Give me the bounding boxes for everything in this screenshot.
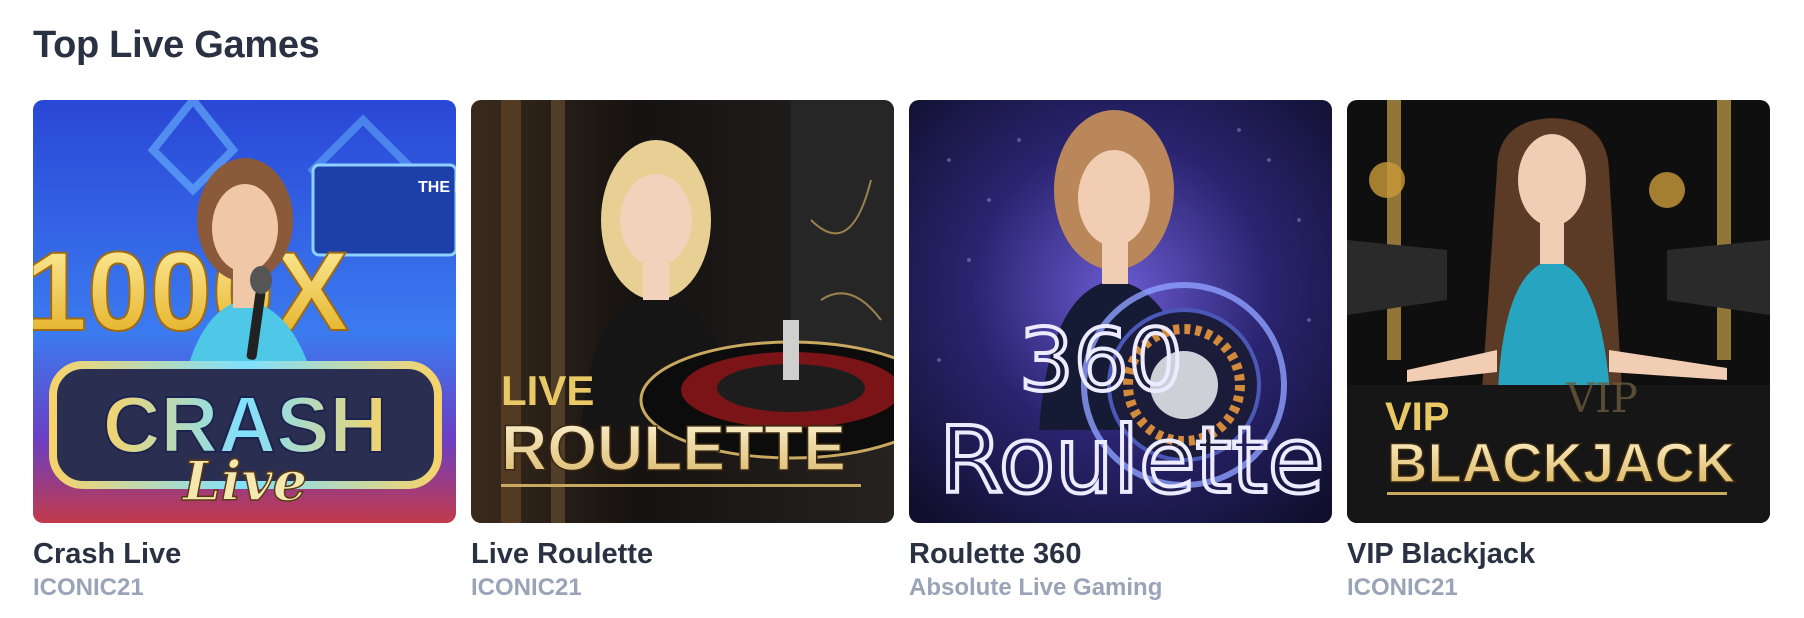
top-live-games-section: Top Live Games THE 1000X CRASH Live Cras… [0, 0, 1804, 618]
live-label: LIVE [501, 367, 594, 414]
game-provider: ICONIC21 [471, 574, 582, 601]
roulette-title: ROULETTE [501, 412, 846, 484]
game-thumbnail[interactable]: VIP VIP BLACKJACK [1347, 100, 1770, 523]
blackjack-title: BLACKJACK [1387, 431, 1735, 494]
games-grid: THE E 1000X CRASH Live [33, 100, 1773, 610]
game-name[interactable]: VIP Blackjack [1347, 538, 1535, 571]
game-card-vip-blackjack[interactable]: VIP VIP BLACKJACK VIP Blackjack ICONIC21 [1347, 100, 1770, 601]
table-vip-text: VIP [1565, 376, 1638, 422]
section-title: Top Live Games [33, 24, 320, 66]
game-name[interactable]: Crash Live [33, 538, 181, 571]
game-thumbnail[interactable]: THE E 1000X CRASH Live [33, 100, 456, 523]
game-name[interactable]: Live Roulette [471, 538, 653, 571]
r360-number: 360 [1019, 311, 1183, 411]
vip-blackjack-artwork: VIP VIP BLACKJACK [1347, 100, 1770, 523]
game-provider: ICONIC21 [33, 574, 144, 601]
multiplier-text: 1000X [33, 229, 349, 354]
badge-text: THE E [418, 179, 456, 196]
crash-live-artwork: THE E 1000X CRASH Live [33, 100, 456, 523]
game-card-live-roulette[interactable]: LIVE ROULETTE Live Roulette ICONIC21 [471, 100, 894, 601]
game-provider: ICONIC21 [1347, 574, 1458, 601]
game-card-crash-live[interactable]: THE E 1000X CRASH Live [33, 100, 456, 601]
game-name[interactable]: Roulette 360 [909, 538, 1081, 571]
live-roulette-artwork: LIVE ROULETTE [471, 100, 894, 523]
game-thumbnail[interactable]: LIVE ROULETTE [471, 100, 894, 523]
crash-script: Live [181, 449, 307, 513]
roulette-360-artwork: 360 Roulette [909, 100, 1332, 523]
game-provider: Absolute Live Gaming [909, 574, 1163, 601]
r360-title: Roulette [939, 407, 1324, 514]
game-card-roulette-360[interactable]: 360 Roulette Roulette 360 Absolute Live … [909, 100, 1332, 601]
game-thumbnail[interactable]: 360 Roulette [909, 100, 1332, 523]
